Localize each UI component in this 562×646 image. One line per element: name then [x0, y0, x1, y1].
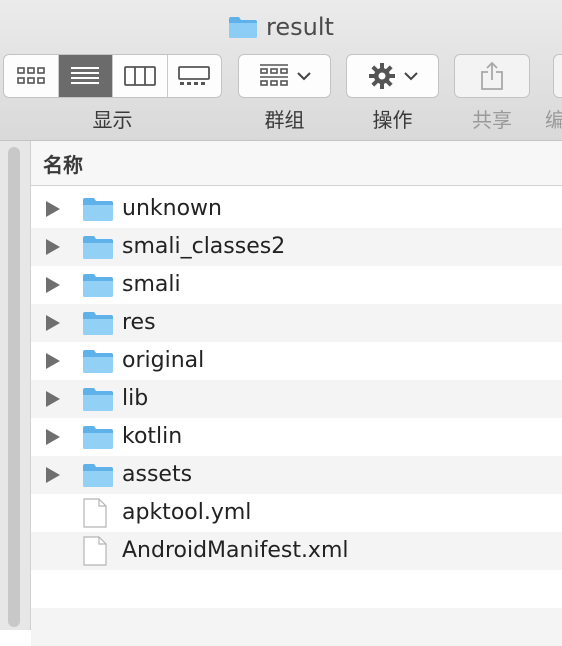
- share-label: 共享: [472, 108, 512, 132]
- list-item[interactable]: assets: [31, 456, 562, 494]
- file-name: res: [122, 310, 156, 335]
- empty-row: [31, 570, 562, 608]
- group-button[interactable]: [238, 54, 331, 98]
- edit-label: 编: [545, 108, 562, 132]
- list-item[interactable]: res: [31, 304, 562, 342]
- column-view-button[interactable]: [113, 55, 168, 97]
- list-item[interactable]: AndroidManifest.xml: [31, 532, 562, 570]
- list-icon: [71, 67, 100, 84]
- file-name: AndroidManifest.xml: [122, 538, 349, 563]
- file-name: kotlin: [122, 424, 183, 449]
- action-button[interactable]: [346, 54, 439, 98]
- list-item[interactable]: kotlin: [31, 418, 562, 456]
- list-item[interactable]: apktool.yml: [31, 494, 562, 532]
- file-icon: [82, 498, 108, 532]
- list-item[interactable]: original: [31, 342, 562, 380]
- list-view-button[interactable]: [58, 55, 113, 97]
- folder-icon: [82, 386, 114, 416]
- file-name: assets: [122, 462, 193, 487]
- scrollbar-thumb[interactable]: [8, 147, 20, 627]
- chevron-down-icon: [403, 72, 418, 81]
- file-name: apktool.yml: [122, 500, 252, 525]
- name-column-header[interactable]: 名称: [31, 141, 562, 186]
- folder-icon: [82, 272, 114, 302]
- window-toolbar: result 显示 群组 操作 共享 编: [0, 0, 562, 141]
- file-name: smali_classes2: [122, 234, 286, 259]
- folder-icon: [82, 196, 114, 226]
- sidebar-scrollbar: [0, 141, 31, 630]
- disclosure-triangle-icon[interactable]: [46, 315, 60, 331]
- list-item[interactable]: smali_classes2: [31, 228, 562, 266]
- folder-icon: [82, 424, 114, 454]
- column-header-label: 名称: [43, 152, 83, 177]
- disclosure-triangle-icon[interactable]: [46, 391, 60, 407]
- grid-icon: [16, 67, 45, 84]
- disclosure-triangle-icon[interactable]: [46, 239, 60, 255]
- file-list: unknown smali_classes2smali res original lib…: [31, 190, 562, 646]
- view-segmented-control: [3, 54, 222, 98]
- group-label: 群组: [264, 108, 305, 132]
- view-label: 显示: [92, 108, 133, 132]
- folder-icon: [82, 310, 114, 340]
- folder-icon: [82, 462, 114, 492]
- file-name: unknown: [122, 196, 222, 221]
- list-item[interactable]: smali: [31, 266, 562, 304]
- folder-icon: [229, 17, 258, 38]
- file-icon: [82, 536, 108, 570]
- share-icon: [481, 61, 503, 90]
- empty-row: [31, 608, 562, 646]
- file-name: lib: [122, 386, 149, 411]
- window-title: result: [266, 13, 334, 41]
- icon-view-button[interactable]: [4, 55, 59, 97]
- list-item[interactable]: unknown: [31, 190, 562, 228]
- disclosure-triangle-icon[interactable]: [46, 467, 60, 483]
- action-label: 操作: [372, 108, 413, 132]
- disclosure-triangle-icon[interactable]: [46, 429, 60, 445]
- share-button[interactable]: [454, 54, 530, 98]
- chevron-down-icon: [296, 72, 311, 81]
- file-name: original: [122, 348, 205, 373]
- list-item[interactable]: lib: [31, 380, 562, 418]
- file-name: smali: [122, 272, 181, 297]
- group-icon: [259, 64, 288, 86]
- disclosure-triangle-icon[interactable]: [46, 353, 60, 369]
- gallery-view-button[interactable]: [168, 55, 222, 97]
- gear-icon: [368, 63, 395, 89]
- columns-icon: [123, 66, 156, 86]
- folder-icon: [82, 348, 114, 378]
- gallery-icon: [178, 66, 211, 85]
- edit-button[interactable]: [553, 54, 562, 98]
- window-title-bar: result: [0, 12, 562, 42]
- disclosure-triangle-icon[interactable]: [46, 201, 60, 217]
- disclosure-triangle-icon[interactable]: [46, 277, 60, 293]
- folder-icon: [82, 234, 114, 264]
